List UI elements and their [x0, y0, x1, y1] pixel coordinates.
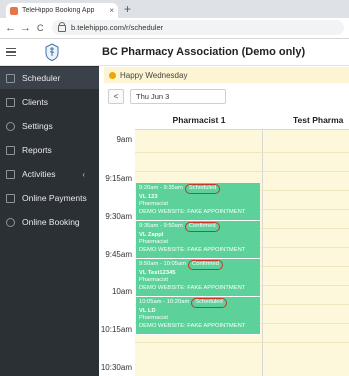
tab-title: TeleHippo Booking App [22, 7, 95, 14]
card-icon [6, 193, 15, 203]
grid-line [135, 342, 349, 343]
sidebar-item-label: Online Payments [22, 193, 87, 203]
sidebar-item-label: Activities [22, 169, 56, 179]
sidebar-item-clients[interactable]: Clients [0, 91, 99, 113]
greeting-banner: Happy Wednesday [104, 67, 349, 83]
sidebar-item-online-payments[interactable]: Online Payments [0, 187, 99, 209]
appointment-service: DEMO WEBSITE: FAKE APPOINTMENT [139, 208, 246, 215]
appointment-block[interactable]: 9:50am - 10:05am Confirmed VL Test12345 P… [136, 259, 260, 297]
browser-tabstrip: TeleHippo Booking App × + [0, 0, 349, 18]
globe-icon [6, 217, 15, 227]
telehippo-favicon-icon [10, 6, 18, 15]
sidebar-item-online-booking[interactable]: Online Booking [0, 211, 99, 233]
gear-icon [6, 121, 15, 131]
sidebar-item-settings[interactable]: Settings [0, 115, 99, 137]
forward-icon[interactable]: → [20, 20, 31, 36]
appointment-time: 9:35am - 9:50am [139, 223, 183, 229]
tab-close-icon[interactable]: × [109, 6, 114, 15]
calendar-icon [6, 73, 15, 83]
appointment-time: 9:20am - 9:35am [139, 185, 183, 191]
url-text: b.telehippo.com/r/scheduler [71, 23, 164, 32]
back-icon[interactable]: ← [5, 20, 16, 36]
column-header-test-pharma: Test Pharma [263, 110, 349, 130]
chart-icon [6, 145, 15, 155]
sidebar-item-label: Settings [22, 121, 53, 131]
appointment-client: VL Test12345 [139, 269, 176, 276]
grid-line [135, 171, 349, 172]
people-icon [6, 97, 15, 107]
lock-icon [58, 22, 66, 32]
reload-icon[interactable]: C [37, 20, 44, 36]
test-pharma-column[interactable] [263, 130, 349, 376]
address-bar: ← → C b.telehippo.com/r/scheduler [0, 18, 349, 39]
greeting-text: Happy Wednesday [120, 70, 188, 80]
time-gutter: 9am 9:15am 9:30am 9:45am 10am 10:15am 10… [99, 130, 136, 376]
appointment-time: 9:50am - 10:05am [139, 261, 187, 267]
browser-tab[interactable]: TeleHippo Booking App × [6, 3, 118, 18]
sidebar-item-scheduler[interactable]: Scheduler [0, 67, 99, 89]
appointment-time: 10:05am - 10:20am [139, 299, 190, 305]
column-header-pharmacist-1: Pharmacist 1 [135, 110, 263, 130]
sidebar-item-reports[interactable]: Reports [0, 139, 99, 161]
time-label: 9am [116, 135, 132, 144]
time-label: 9:45am [105, 250, 132, 259]
appointment-client: VL 123 [139, 193, 158, 200]
new-tab-button[interactable]: + [124, 2, 131, 16]
app-header: BC Pharmacy Association (Demo only) [0, 39, 349, 66]
time-label: 9:15am [105, 174, 132, 183]
date-picker[interactable]: Thu Jun 3 [130, 89, 226, 104]
appointment-client: VL LD [139, 307, 156, 314]
time-label: 9:30am [105, 212, 132, 221]
time-label: 10:15am [100, 325, 132, 334]
appointment-status-badge: Confirmed [184, 222, 220, 232]
list-icon [6, 169, 15, 179]
sidebar-item-label: Online Booking [22, 217, 80, 227]
appointment-status-badge: Confirmed [188, 260, 223, 270]
appointment-staff: Pharmacist [139, 315, 168, 322]
sidebar-item-label: Reports [22, 145, 52, 155]
sidebar-item-label: Scheduler [22, 73, 61, 83]
date-navigation: < Thu Jun 3 [104, 88, 349, 106]
appointment-block[interactable]: 10:05am - 10:20am Scheduled VL LD Pharmac… [136, 297, 260, 335]
appointment-status-badge: Scheduled [184, 184, 221, 194]
organization-name: BC Pharmacy Association (Demo only) [102, 46, 306, 58]
appointment-service: DEMO WEBSITE: FAKE APPOINTMENT [139, 284, 246, 291]
sidebar-item-activities[interactable]: Activities ‹ [0, 163, 99, 185]
appointment-service: DEMO WEBSITE: FAKE APPOINTMENT [139, 322, 246, 329]
appointment-service: DEMO WEBSITE: FAKE APPOINTMENT [139, 246, 246, 253]
appointment-staff: Pharmacist [139, 277, 168, 284]
chevron-left-icon: ‹ [82, 169, 85, 179]
previous-day-button[interactable]: < [108, 89, 124, 104]
pharmacy-logo-icon [45, 43, 59, 61]
time-label: 10:30am [100, 363, 132, 372]
hamburger-menu-icon[interactable] [6, 48, 16, 57]
sun-icon [109, 71, 116, 79]
appointment-staff: Pharmacist [139, 239, 168, 246]
url-field[interactable]: b.telehippo.com/r/scheduler [52, 20, 344, 35]
appointment-block[interactable]: 9:35am - 9:50am Confirmed VL Zappl Pharma… [136, 221, 260, 259]
sidebar: Scheduler Clients Settings Reports Activ… [0, 66, 99, 376]
appointment-status-badge: Scheduled [191, 298, 227, 308]
scheduler-calendar: 9am 9:15am 9:30am 9:45am 10am 10:15am 10… [99, 110, 349, 376]
time-label: 10am [111, 287, 132, 296]
appointment-staff: Pharmacist [139, 201, 168, 208]
grid-line [135, 152, 349, 153]
appointment-client: VL Zappl [139, 231, 164, 238]
sidebar-item-label: Clients [22, 97, 48, 107]
appointment-block[interactable]: 9:20am - 9:35am Scheduled VL 123 Pharmaci… [136, 183, 260, 221]
